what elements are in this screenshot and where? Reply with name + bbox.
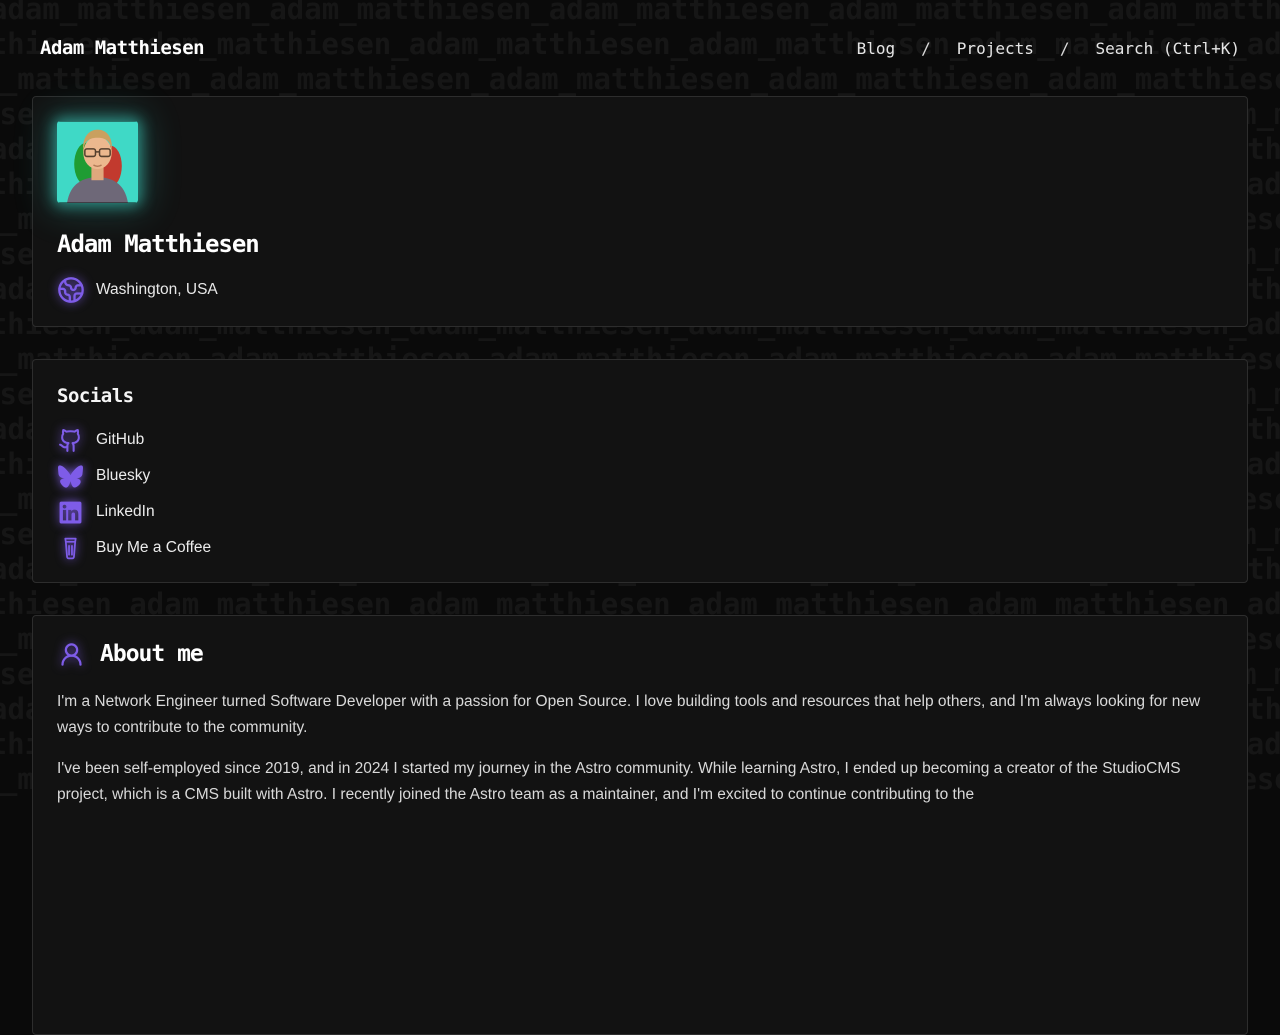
- nav-separator: /: [921, 38, 931, 58]
- social-link-github[interactable]: GitHub: [57, 422, 1223, 458]
- globe-icon: [57, 276, 85, 304]
- nav-search-button[interactable]: Search (Ctrl+K): [1096, 39, 1241, 58]
- list-item: GitHub: [57, 422, 1223, 458]
- main-content: Adam Matthiesen Washington, USA Socials: [0, 96, 1280, 1035]
- socials-card: Socials GitHub Bluesky LinkedIn Buy Me a…: [32, 359, 1248, 583]
- avatar: [57, 121, 138, 203]
- social-link-bluesky[interactable]: Bluesky: [57, 458, 1223, 494]
- list-item: Buy Me a Coffee: [57, 530, 1223, 566]
- social-label: Bluesky: [96, 467, 151, 484]
- nav-separator: /: [1059, 38, 1070, 58]
- nav-link-blog[interactable]: Blog: [857, 39, 896, 58]
- profile-card: Adam Matthiesen Washington, USA: [32, 96, 1248, 327]
- site-title: Adam Matthiesen: [40, 37, 205, 59]
- social-label: GitHub: [96, 431, 145, 448]
- social-link-linkedin[interactable]: LinkedIn: [57, 494, 1223, 530]
- location-text: Washington, USA: [96, 281, 218, 298]
- main-nav: Blog / Projects / Search (Ctrl+K): [857, 39, 1240, 58]
- user-icon: [57, 641, 85, 669]
- list-item: LinkedIn: [57, 494, 1223, 530]
- about-heading-row: About me: [57, 640, 1223, 669]
- coffee-cup-icon: [57, 535, 83, 561]
- bluesky-icon: [57, 463, 83, 489]
- github-icon: [57, 427, 83, 453]
- social-label: Buy Me a Coffee: [96, 539, 212, 556]
- location-row: Washington, USA: [57, 276, 1223, 304]
- social-label: LinkedIn: [96, 503, 155, 520]
- about-card: About me I'm a Network Engineer turned S…: [32, 615, 1248, 1035]
- socials-list: GitHub Bluesky LinkedIn Buy Me a Coffee: [57, 422, 1223, 566]
- about-paragraph: I'm a Network Engineer turned Software D…: [57, 693, 1201, 736]
- socials-heading: Socials: [57, 385, 134, 407]
- nav-link-projects[interactable]: Projects: [957, 39, 1034, 58]
- profile-name: Adam Matthiesen: [57, 230, 260, 258]
- about-paragraph: I've been self-employed since 2019, and …: [57, 760, 1181, 803]
- social-link-buymeacoffee[interactable]: Buy Me a Coffee: [57, 530, 1223, 566]
- list-item: Bluesky: [57, 458, 1223, 494]
- about-heading: About me: [100, 641, 204, 667]
- linkedin-icon: [57, 499, 83, 525]
- site-header: Adam Matthiesen Blog / Projects / Search…: [0, 0, 1280, 96]
